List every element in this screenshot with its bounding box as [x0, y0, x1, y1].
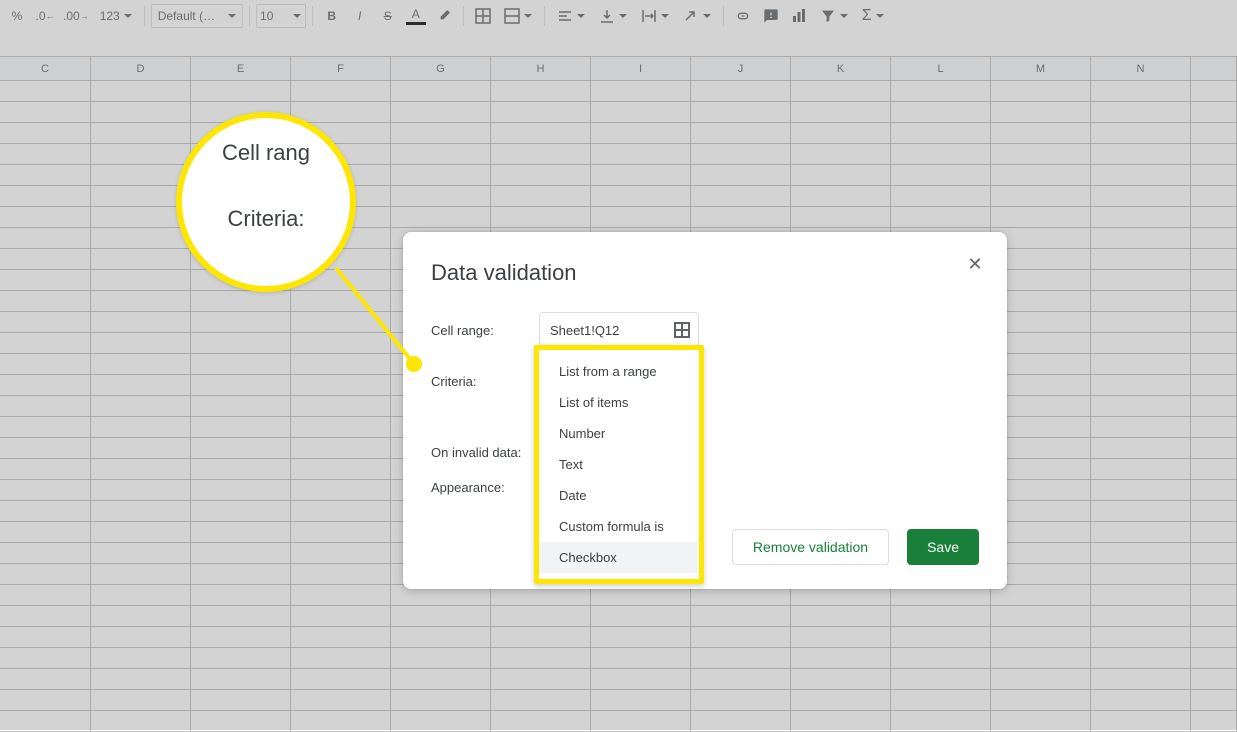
annotation-zoom-text: Criteria: [227, 206, 304, 232]
remove-validation-button[interactable]: Remove validation [732, 529, 889, 565]
criteria-option-text[interactable]: Text [539, 449, 699, 480]
data-validation-dialog: Data validation ✕ Cell range: Sheet1!Q12… [403, 232, 1007, 589]
close-button[interactable]: ✕ [961, 250, 989, 278]
invalid-data-row: On invalid data: [431, 445, 979, 460]
invalid-data-label: On invalid data: [431, 445, 539, 460]
criteria-option-date[interactable]: Date [539, 480, 699, 511]
annotation-pointer-dot [406, 356, 422, 372]
criteria-option-list-range[interactable]: List from a range [539, 356, 699, 387]
annotation-zoom-text: Cell rang [222, 140, 310, 166]
range-select-icon[interactable] [674, 322, 690, 338]
criteria-dropdown[interactable]: List from a range List of items Number T… [534, 345, 704, 584]
annotation-zoom-circle: Cell rang Criteria: [176, 112, 356, 292]
appearance-label: Appearance: [431, 480, 539, 495]
criteria-option-custom-formula[interactable]: Custom formula is [539, 511, 699, 542]
criteria-row: Criteria: [431, 374, 979, 389]
save-button[interactable]: Save [907, 529, 979, 565]
criteria-label: Criteria: [431, 374, 539, 389]
cell-range-input[interactable]: Sheet1!Q12 [539, 312, 699, 348]
close-icon: ✕ [967, 254, 982, 275]
cell-range-row: Cell range: Sheet1!Q12 [431, 312, 979, 348]
dialog-title: Data validation [431, 260, 979, 286]
dialog-buttons: Remove validation Save [431, 529, 979, 565]
criteria-option-checkbox[interactable]: Checkbox [539, 542, 699, 573]
criteria-option-list-items[interactable]: List of items [539, 387, 699, 418]
appearance-row: Appearance: [431, 480, 979, 495]
criteria-option-number[interactable]: Number [539, 418, 699, 449]
cell-range-value: Sheet1!Q12 [550, 323, 619, 338]
cell-range-label: Cell range: [431, 323, 539, 338]
